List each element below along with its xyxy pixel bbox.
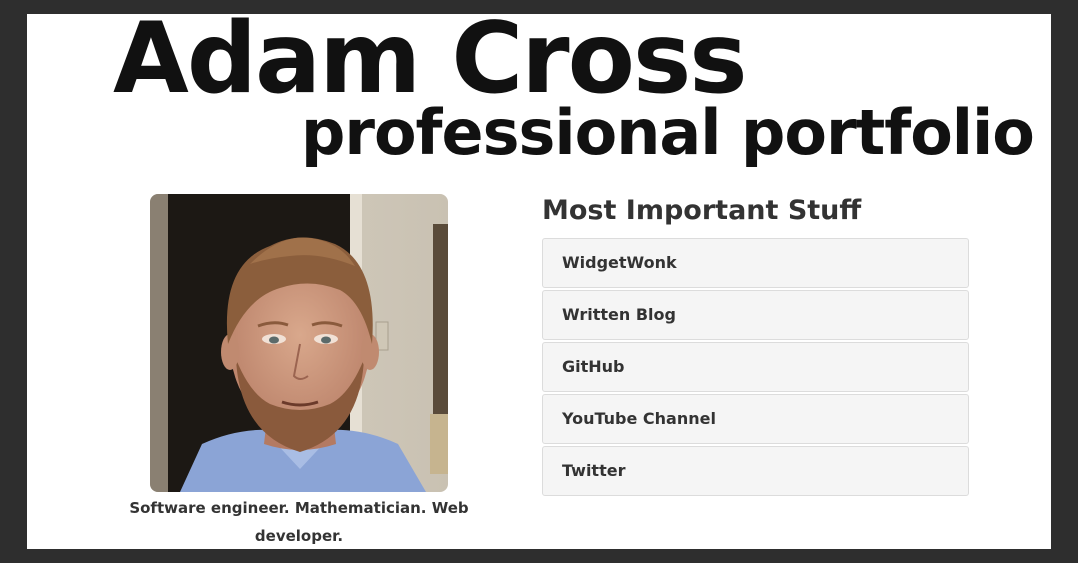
link-widgetwonk[interactable]: WidgetWonk <box>542 238 969 288</box>
profile-caption: Software engineer. Mathematician. Web de… <box>129 499 469 545</box>
link-written-blog[interactable]: Written Blog <box>542 290 969 340</box>
profile-photo-image <box>150 194 448 492</box>
link-github[interactable]: GitHub <box>542 342 969 392</box>
link-twitter[interactable]: Twitter <box>542 446 969 496</box>
links-section-title: Most Important Stuff <box>542 195 862 226</box>
link-youtube-channel[interactable]: YouTube Channel <box>542 394 969 444</box>
portfolio-page: Adam Cross professional portfolio Softwa… <box>27 14 1051 549</box>
important-links-list: WidgetWonk Written Blog GitHub YouTube C… <box>542 238 969 498</box>
profile-photo <box>150 194 448 492</box>
page-subtitle: professional portfolio <box>301 96 1035 169</box>
